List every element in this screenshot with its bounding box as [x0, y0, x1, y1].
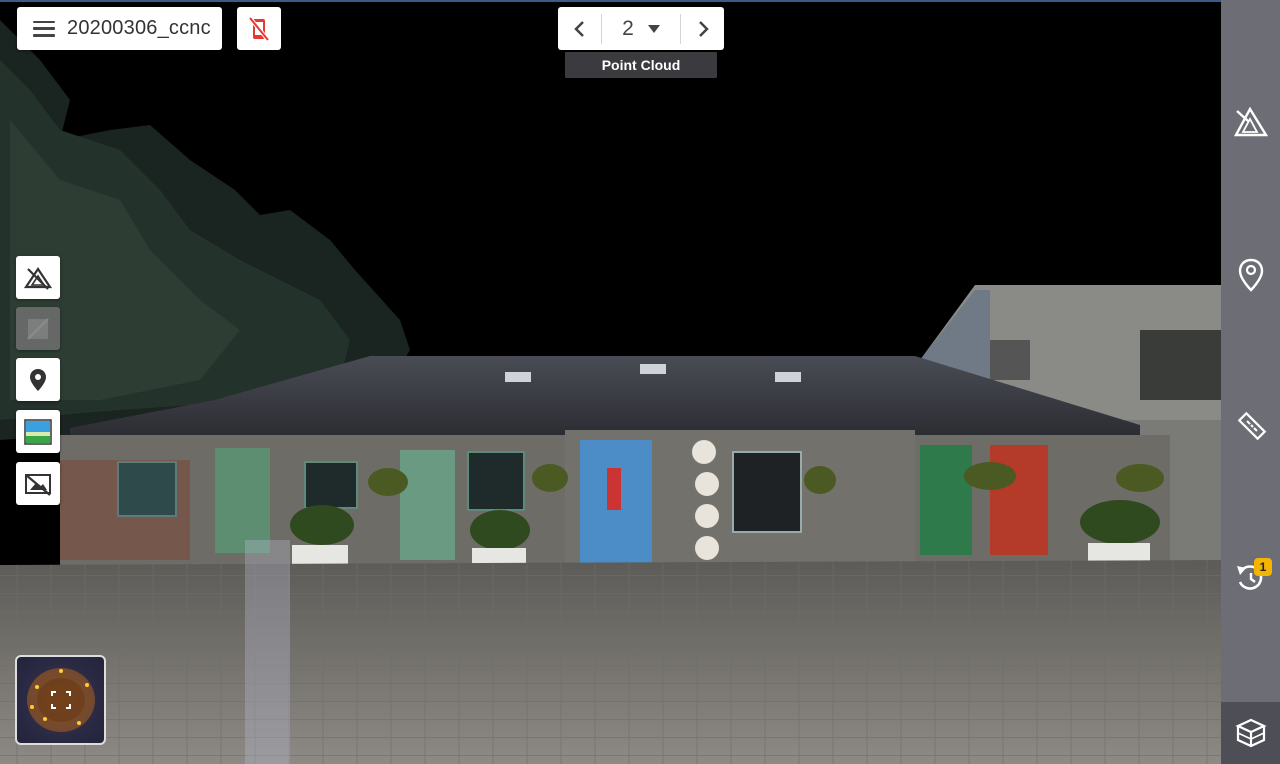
- location-button[interactable]: [16, 358, 60, 401]
- scan-switcher: 2: [558, 7, 724, 50]
- minimap[interactable]: [15, 655, 106, 745]
- image-view-icon: [24, 418, 52, 445]
- location-pin-icon: [30, 368, 46, 391]
- layer-button[interactable]: [16, 307, 60, 350]
- right-toolbar: 1: [1221, 0, 1280, 764]
- vr-toggle-button[interactable]: [237, 7, 281, 50]
- current-scan-number: 2: [622, 16, 634, 40]
- hamburger-menu-icon: [33, 20, 55, 37]
- hide-measure-icon: [24, 266, 52, 290]
- 3d-view-button[interactable]: [1221, 702, 1280, 764]
- project-title: 20200306_ccnc: [67, 17, 211, 39]
- window-top-border: [0, 0, 1280, 2]
- chevron-left-icon: [573, 20, 584, 37]
- view-mode-label: Point Cloud: [565, 52, 717, 78]
- point-cloud-viewport[interactable]: [0, 0, 1221, 764]
- project-menu-button[interactable]: 20200306_ccnc: [17, 7, 222, 50]
- chevron-right-icon: [698, 20, 709, 37]
- image-view-button[interactable]: [16, 410, 60, 453]
- minimap-render: [27, 668, 95, 732]
- location-pin-icon: [1238, 258, 1263, 292]
- scan-select[interactable]: 2: [602, 7, 680, 50]
- ruler-icon: [1237, 411, 1266, 441]
- caret-down-icon: [647, 24, 660, 33]
- no-phone-icon: [248, 16, 270, 41]
- measure-area-button[interactable]: [1221, 92, 1280, 152]
- scene-render: [0, 20, 1221, 764]
- hide-image-icon: [25, 473, 51, 496]
- history-count-badge: 1: [1254, 558, 1272, 576]
- history-button[interactable]: [1221, 548, 1280, 608]
- layer-icon: [27, 317, 49, 340]
- add-location-button[interactable]: [1221, 245, 1280, 305]
- 3d-box-icon: [1234, 718, 1267, 748]
- measure-area-icon: [1233, 107, 1268, 137]
- hide-measurements-button[interactable]: [16, 256, 60, 299]
- next-scan-button[interactable]: [681, 7, 724, 50]
- ruler-button[interactable]: [1221, 396, 1280, 456]
- prev-scan-button[interactable]: [558, 7, 601, 50]
- hide-images-button[interactable]: [16, 462, 60, 505]
